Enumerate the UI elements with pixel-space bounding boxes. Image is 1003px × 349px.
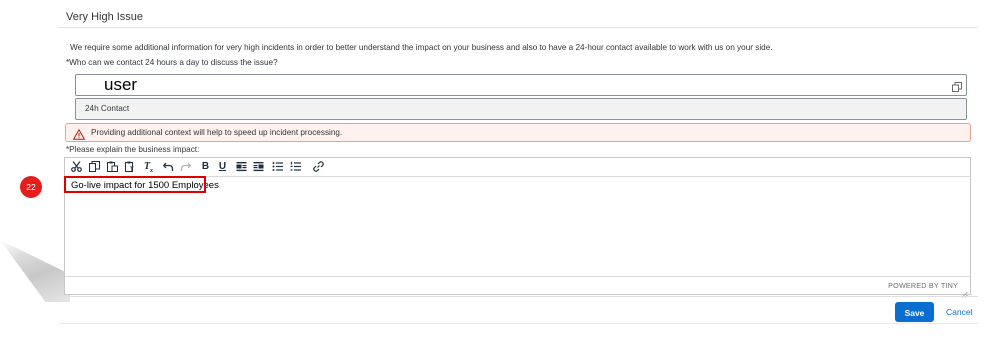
bold-icon[interactable]: B	[199, 160, 212, 173]
contact-type-value: 24h Contact	[85, 104, 130, 113]
contact-type-field[interactable]: 24h Contact	[75, 98, 967, 120]
link-icon[interactable]	[312, 160, 325, 173]
editor-toolbar: T Tx B U	[65, 158, 970, 177]
warning-message-strip: Providing additional context will help t…	[65, 123, 971, 142]
save-button[interactable]: Save	[895, 302, 934, 322]
warning-triangle-icon	[72, 127, 86, 140]
bullet-list-icon[interactable]	[271, 160, 284, 173]
step-number-badge: 22	[20, 176, 42, 198]
underline-icon[interactable]: U	[216, 160, 229, 173]
contact-person-field[interactable]: user	[75, 74, 967, 96]
copy-icon[interactable]	[88, 160, 101, 173]
warning-text: Providing additional context will help t…	[91, 128, 343, 137]
copy-icon[interactable]	[952, 79, 962, 92]
cut-icon[interactable]	[70, 160, 83, 173]
clear-formatting-icon[interactable]: Tx	[142, 160, 155, 174]
align-right-icon[interactable]	[252, 160, 265, 173]
paste-icon[interactable]	[106, 160, 119, 173]
footer-bottom-divider	[60, 323, 978, 324]
section-title: Very High Issue	[66, 11, 144, 23]
svg-text:T: T	[130, 167, 134, 172]
editor-statusbar: POWERED BY TINY	[65, 276, 970, 298]
undo-icon[interactable]	[162, 160, 175, 173]
align-left-icon[interactable]	[235, 160, 248, 173]
resize-handle-icon[interactable]	[961, 285, 968, 298]
powered-by-tiny-link[interactable]: POWERED BY TINY	[888, 277, 958, 294]
redo-icon[interactable]	[179, 160, 192, 173]
decorative-wedge	[0, 240, 70, 302]
annotation-highlight-box	[64, 176, 206, 193]
title-divider	[58, 27, 978, 28]
numbered-list-icon[interactable]	[289, 160, 302, 173]
business-impact-label: *Please explain the business impact:	[66, 145, 200, 154]
section-description: We require some additional information f…	[70, 43, 773, 52]
contact-person-value: user	[104, 75, 138, 94]
contact-question-label: *Who can we contact 24 hours a day to di…	[66, 58, 278, 67]
footer-divider	[60, 296, 978, 297]
cancel-button[interactable]: Cancel	[946, 302, 972, 322]
paste-as-text-icon[interactable]: T	[124, 160, 137, 173]
